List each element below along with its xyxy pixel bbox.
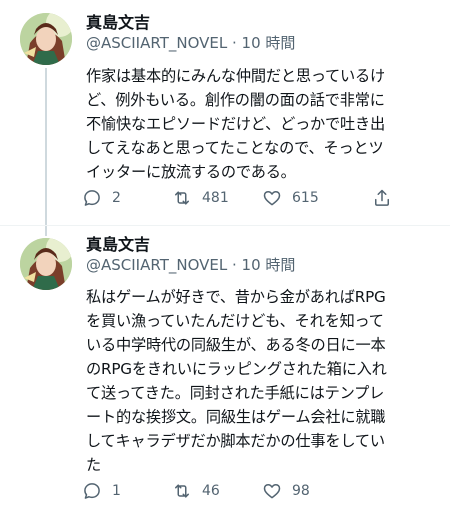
share-button[interactable]: [372, 186, 402, 210]
reply-count: 2: [112, 190, 121, 206]
retweet-count: 481: [202, 190, 229, 206]
reply-button[interactable]: 2: [82, 186, 121, 210]
reply-icon: [84, 483, 100, 499]
share-icon: [375, 189, 389, 206]
like-button[interactable]: 98: [262, 479, 310, 503]
author-name[interactable]: 真島文吉: [86, 235, 295, 255]
tweet-1[interactable]: 真島文吉 @ASCIIART_NOVEL · 10 時間 作家は基本的にみんな仲…: [0, 0, 450, 225]
tweet-2[interactable]: 真島文吉 @ASCIIART_NOVEL · 10 時間 私はゲームが好きで、昔…: [0, 226, 450, 511]
thread-line: [45, 68, 47, 225]
tweet-time[interactable]: · 10 時間: [232, 256, 295, 274]
heart-icon: [263, 484, 281, 499]
retweet-button[interactable]: 46: [172, 479, 220, 503]
author-handle[interactable]: @ASCIIART_NOVEL: [86, 256, 227, 274]
like-count: 615: [292, 190, 319, 206]
tweet-text: 作家は基本的にみんな仲間だと思っているけ ど、例外もいる。創作の闇の面の話で非常…: [86, 67, 385, 181]
tweet-header: 真島文吉 @ASCIIART_NOVEL · 10 時間: [86, 13, 295, 53]
reply-icon: [84, 190, 100, 206]
tweet-header: 真島文吉 @ASCIIART_NOVEL · 10 時間: [86, 235, 295, 275]
reply-button[interactable]: 1: [82, 479, 121, 503]
tweet-text: 私はゲームが好きで、昔から金があればRPG を買い漁っていたんだけども、それを知…: [86, 288, 387, 474]
retweet-count: 46: [202, 483, 220, 499]
reply-count: 1: [112, 483, 121, 499]
heart-icon: [263, 191, 281, 206]
tweet-actions: 2 481 615: [82, 186, 442, 210]
avatar[interactable]: [20, 13, 72, 65]
avatar[interactable]: [20, 238, 72, 290]
author-handle[interactable]: @ASCIIART_NOVEL: [86, 34, 227, 52]
like-button[interactable]: 615: [262, 186, 319, 210]
tweet-actions: 1 46 98: [82, 479, 442, 503]
avatar-image: [20, 238, 72, 290]
thread-line: [45, 226, 47, 236]
retweet-button[interactable]: 481: [172, 186, 229, 210]
like-count: 98: [292, 483, 310, 499]
retweet-icon: [175, 484, 189, 498]
avatar-image: [20, 13, 72, 65]
retweet-icon: [175, 191, 189, 205]
author-name[interactable]: 真島文吉: [86, 13, 295, 33]
tweet-time[interactable]: · 10 時間: [232, 34, 295, 52]
